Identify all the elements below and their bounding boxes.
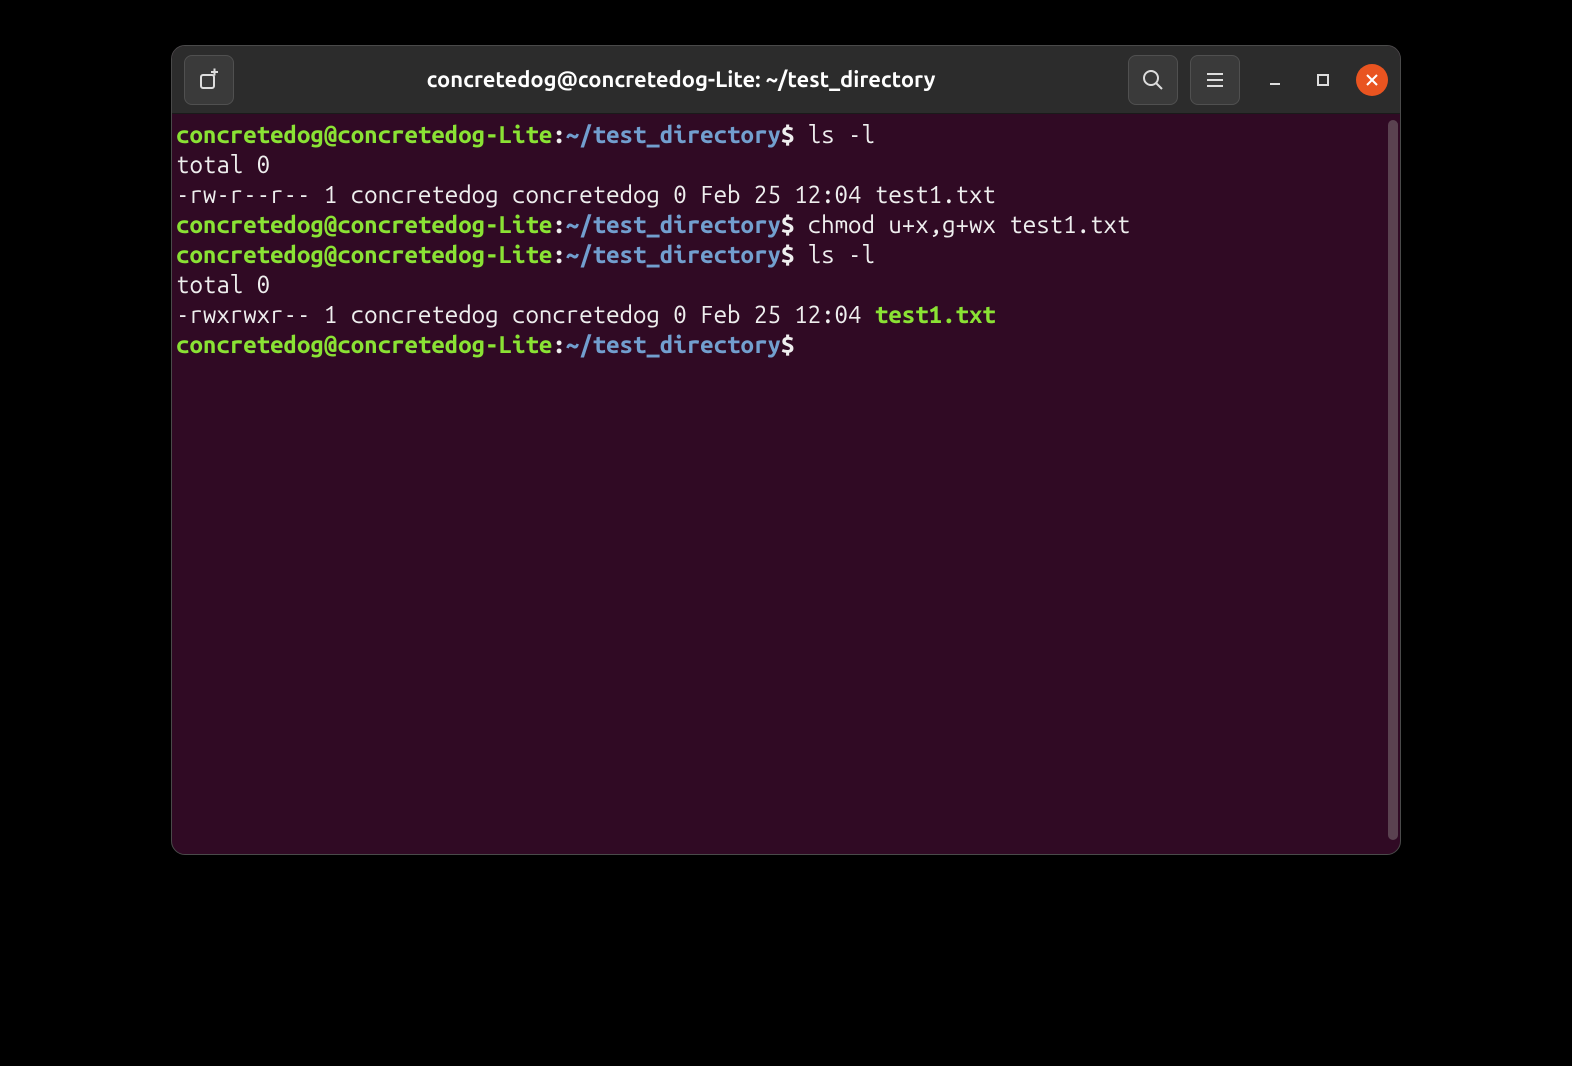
prompt-dollar: $ — [781, 121, 794, 148]
terminal-line: concretedog@concretedog-Lite:~/test_dire… — [176, 240, 1396, 270]
prompt-path: ~/test_directory — [566, 211, 781, 238]
prompt-colon: : — [552, 211, 565, 238]
search-icon — [1141, 68, 1165, 92]
window-controls — [1260, 64, 1388, 96]
output-line: -rw-r--r-- 1 concretedog concretedog 0 F… — [176, 180, 1396, 210]
prompt-colon: : — [552, 331, 565, 358]
terminal-line: concretedog@concretedog-Lite:~/test_dire… — [176, 330, 1396, 360]
hamburger-icon — [1203, 68, 1227, 92]
output-line: total 0 — [176, 270, 1396, 300]
command-text: ls -l — [794, 121, 875, 148]
prompt-user-host: concretedog@concretedog-Lite — [176, 211, 552, 238]
prompt-dollar: $ — [781, 241, 794, 268]
terminal-body[interactable]: concretedog@concretedog-Lite:~/test_dire… — [172, 114, 1400, 854]
command-text: chmod u+x,g+wx test1.txt — [794, 211, 1130, 238]
menu-button[interactable] — [1190, 55, 1240, 105]
scrollbar[interactable] — [1388, 120, 1398, 840]
prompt-colon: : — [552, 121, 565, 148]
titlebar: concretedog@concretedog-Lite: ~/test_dir… — [172, 46, 1400, 114]
window-title: concretedog@concretedog-Lite: ~/test_dir… — [246, 67, 1116, 92]
prompt-user-host: concretedog@concretedog-Lite — [176, 331, 552, 358]
close-button[interactable] — [1356, 64, 1388, 96]
output-line: total 0 — [176, 150, 1396, 180]
new-tab-button[interactable] — [184, 55, 234, 105]
prompt-path: ~/test_directory — [566, 331, 781, 358]
minimize-button[interactable] — [1260, 65, 1290, 95]
minimize-icon — [1267, 72, 1283, 88]
prompt-user-host: concretedog@concretedog-Lite — [176, 121, 552, 148]
terminal-line: concretedog@concretedog-Lite:~/test_dire… — [176, 120, 1396, 150]
new-tab-icon — [197, 68, 221, 92]
prompt-dollar: $ — [781, 331, 794, 358]
terminal-window: concretedog@concretedog-Lite: ~/test_dir… — [171, 45, 1401, 855]
prompt-colon: : — [552, 241, 565, 268]
terminal-line: concretedog@concretedog-Lite:~/test_dire… — [176, 210, 1396, 240]
maximize-icon — [1315, 72, 1331, 88]
executable-filename: test1.txt — [875, 301, 996, 328]
prompt-path: ~/test_directory — [566, 241, 781, 268]
command-text: ls -l — [794, 241, 875, 268]
command-text — [794, 331, 807, 358]
prompt-path: ~/test_directory — [566, 121, 781, 148]
output-text: -rwxrwxr-- 1 concretedog concretedog 0 F… — [176, 301, 875, 328]
prompt-user-host: concretedog@concretedog-Lite — [176, 241, 552, 268]
output-line: -rwxrwxr-- 1 concretedog concretedog 0 F… — [176, 300, 1396, 330]
maximize-button[interactable] — [1308, 65, 1338, 95]
prompt-dollar: $ — [781, 211, 794, 238]
search-button[interactable] — [1128, 55, 1178, 105]
close-icon — [1365, 73, 1379, 87]
